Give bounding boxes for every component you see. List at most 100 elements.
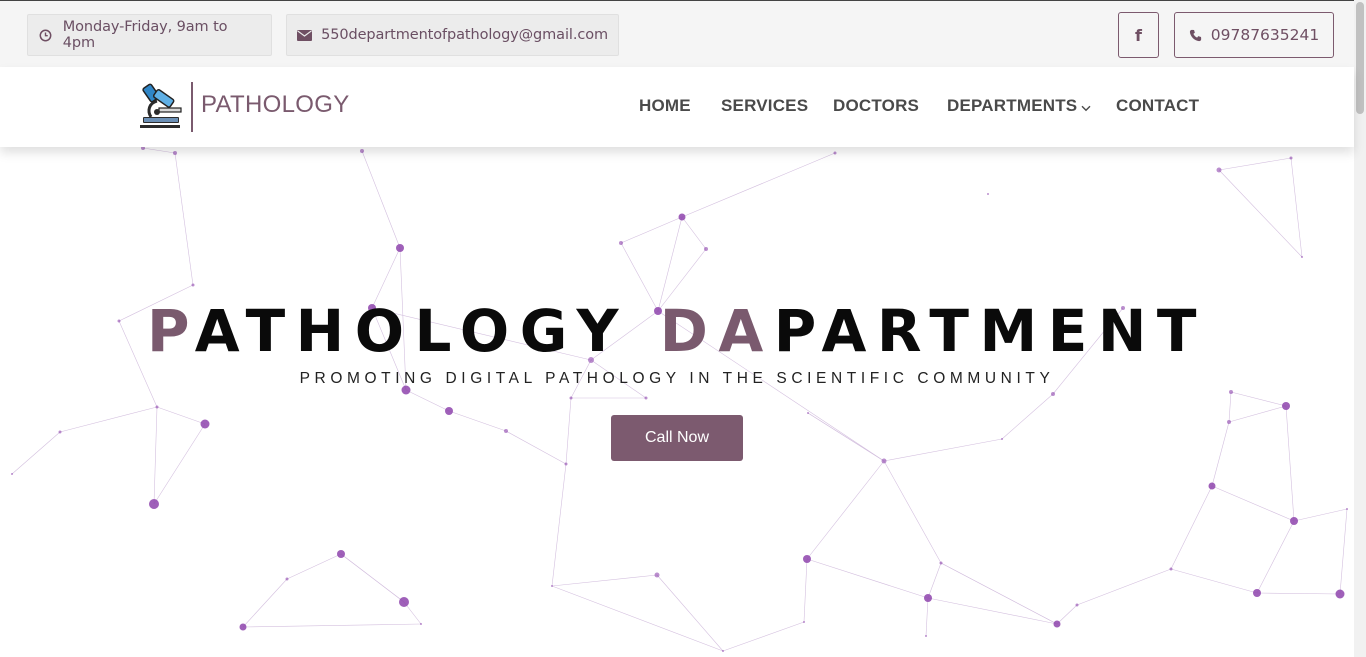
network-line bbox=[242, 578, 288, 628]
network-line bbox=[1218, 157, 1292, 171]
network-line bbox=[806, 460, 885, 560]
network-node bbox=[704, 247, 708, 251]
network-node bbox=[420, 623, 422, 625]
network-node bbox=[58, 430, 62, 434]
network-line bbox=[551, 463, 567, 587]
network-line bbox=[1228, 405, 1287, 423]
network-line bbox=[1339, 508, 1348, 595]
network-node bbox=[399, 597, 409, 607]
network-line bbox=[565, 397, 572, 465]
network-line bbox=[1293, 508, 1348, 522]
nav-item-doctors[interactable]: DOCTORS bbox=[833, 96, 919, 116]
network-line bbox=[1285, 405, 1295, 522]
network-node bbox=[551, 585, 553, 587]
network-node bbox=[678, 213, 686, 221]
network-node bbox=[1169, 567, 1173, 571]
network-node bbox=[337, 550, 345, 558]
network-line bbox=[927, 562, 942, 599]
nav-menu: HOME SERVICES DOCTORS DEPARTMENTS CONTAC… bbox=[0, 96, 1354, 120]
network-line bbox=[1290, 157, 1303, 258]
network-line bbox=[681, 216, 707, 250]
network-node bbox=[925, 635, 927, 637]
network-line bbox=[1001, 393, 1054, 440]
network-line bbox=[361, 150, 401, 249]
network-node bbox=[1282, 402, 1290, 410]
network-node bbox=[939, 561, 943, 565]
hero-title-part-1: ATHOLOGY bbox=[194, 297, 660, 365]
network-line bbox=[883, 460, 942, 564]
network-line bbox=[883, 438, 1003, 462]
network-node bbox=[619, 241, 623, 245]
nav-item-services[interactable]: SERVICES bbox=[721, 96, 808, 116]
network-line bbox=[174, 152, 194, 286]
network-line bbox=[1056, 604, 1078, 625]
network-node bbox=[155, 405, 159, 409]
network-line bbox=[1218, 169, 1303, 258]
network-line bbox=[1256, 592, 1341, 595]
network-line bbox=[722, 621, 805, 652]
network-node bbox=[396, 244, 404, 252]
network-node bbox=[1346, 508, 1348, 510]
hero-subtitle: PROMOTING DIGITAL PATHOLOGY IN THE SCIEN… bbox=[299, 370, 1055, 387]
network-line bbox=[1228, 391, 1232, 423]
network-line bbox=[925, 597, 929, 637]
network-line bbox=[153, 406, 158, 505]
network-node bbox=[644, 396, 648, 400]
network-node bbox=[239, 623, 247, 631]
network-node bbox=[1001, 438, 1003, 440]
network-line bbox=[1230, 391, 1287, 407]
network-node bbox=[149, 499, 159, 509]
nav-item-home[interactable]: HOME bbox=[639, 96, 691, 116]
hero-title-accent-1: P bbox=[147, 297, 195, 365]
main-navbar: PATHOLOGY HOME SERVICES DOCTORS DEPARTME… bbox=[0, 67, 1354, 147]
network-node bbox=[285, 577, 289, 581]
network-node bbox=[569, 396, 573, 400]
network-line bbox=[551, 585, 724, 652]
network-node bbox=[1216, 167, 1222, 173]
network-line bbox=[807, 412, 885, 462]
network-line bbox=[242, 623, 422, 628]
network-node bbox=[445, 407, 453, 415]
network-line bbox=[1211, 485, 1295, 522]
network-node bbox=[722, 650, 724, 652]
network-node bbox=[191, 283, 195, 287]
nav-item-departments-label: DEPARTMENTS bbox=[947, 96, 1078, 115]
network-node bbox=[1301, 256, 1303, 258]
nav-item-contact[interactable]: CONTACT bbox=[1116, 96, 1199, 116]
network-line bbox=[156, 406, 206, 425]
network-line bbox=[340, 553, 405, 603]
network-node bbox=[833, 151, 837, 155]
network-node bbox=[1229, 390, 1233, 394]
network-node bbox=[881, 458, 887, 464]
hero-title: PATHOLOGY DAPARTMENT bbox=[0, 297, 1354, 365]
network-node bbox=[654, 572, 660, 578]
network-line bbox=[806, 558, 929, 599]
network-node bbox=[200, 419, 210, 429]
network-line bbox=[803, 558, 808, 623]
network-node bbox=[360, 149, 364, 153]
call-now-button[interactable]: Call Now bbox=[611, 415, 743, 461]
nav-item-departments[interactable]: DEPARTMENTS bbox=[947, 96, 1091, 117]
network-line bbox=[1256, 520, 1295, 594]
network-node bbox=[1253, 589, 1261, 597]
network-node bbox=[11, 473, 13, 475]
network-line bbox=[11, 431, 61, 475]
network-node bbox=[1335, 589, 1345, 599]
network-node bbox=[803, 555, 811, 563]
network-node bbox=[803, 621, 805, 623]
hero-title-part-2: PARTMENT bbox=[773, 297, 1207, 365]
network-line bbox=[1211, 421, 1230, 487]
chevron-down-icon bbox=[1081, 97, 1091, 117]
network-line bbox=[551, 574, 658, 587]
network-line bbox=[505, 430, 567, 465]
network-line bbox=[1076, 568, 1172, 606]
hero-title-accent-2: DA bbox=[659, 297, 774, 365]
network-node bbox=[1208, 482, 1216, 490]
network-line bbox=[681, 152, 836, 218]
network-node bbox=[1051, 392, 1055, 396]
page: Monday-Friday, 9am to 4pm 550departmento… bbox=[0, 0, 1366, 657]
network-line bbox=[1170, 485, 1213, 570]
scrollbar-thumb[interactable] bbox=[1356, 2, 1364, 114]
network-line bbox=[405, 389, 450, 412]
network-line bbox=[448, 410, 507, 432]
